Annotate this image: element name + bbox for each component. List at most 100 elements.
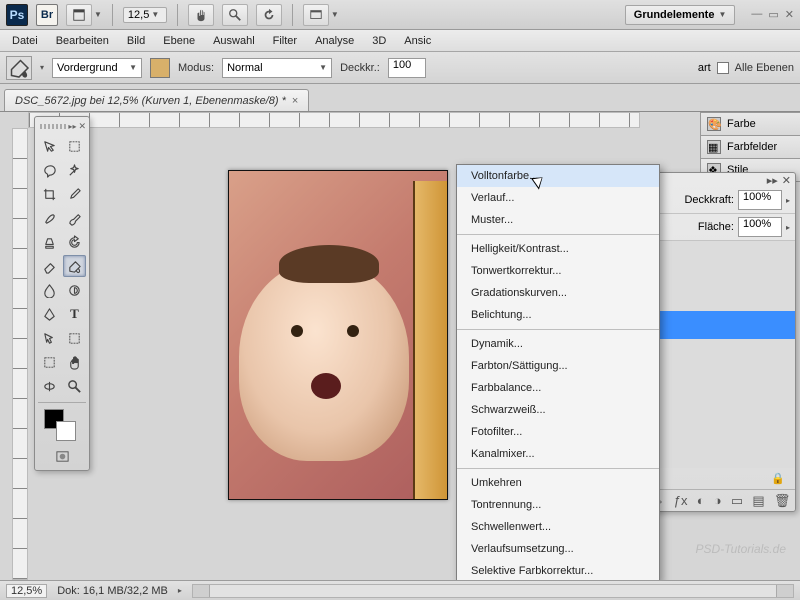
3d-rotate-tool[interactable]	[38, 375, 61, 397]
rotate-view-shortcut[interactable]	[256, 4, 282, 26]
menu-bearbeiten[interactable]: Bearbeiten	[48, 33, 117, 49]
menu-datei[interactable]: Datei	[4, 33, 46, 49]
layer-fill-field[interactable]: 100%	[738, 217, 782, 237]
panel-tab-farbe[interactable]: 🎨Farbe	[700, 112, 800, 136]
hand-tool-shortcut[interactable]	[188, 4, 214, 26]
layer-opacity-field[interactable]: 100%	[738, 190, 782, 210]
blur-tool[interactable]	[38, 279, 61, 301]
lock-icon[interactable]: 🔒	[771, 472, 785, 485]
menu-item[interactable]: Schwellenwert...	[457, 516, 659, 538]
history-brush-tool[interactable]	[63, 231, 86, 253]
path-select-tool[interactable]	[38, 327, 61, 349]
panel-close-icon[interactable]: ✕	[782, 174, 791, 187]
lasso-tool[interactable]	[38, 159, 61, 181]
brush-tool[interactable]	[63, 207, 86, 229]
eyedropper-tool[interactable]	[63, 183, 86, 205]
status-zoom-field[interactable]: 12,5%	[6, 584, 47, 598]
menu-item[interactable]: Volltonfarbe...	[457, 165, 659, 187]
screen-mode-menu[interactable]: ▼	[303, 4, 339, 26]
panel-collapse-icon[interactable]: ▸▸	[767, 174, 778, 187]
layer-row-selected[interactable]	[647, 311, 795, 339]
eraser-tool[interactable]	[38, 255, 61, 277]
menu-analyse[interactable]: Analyse	[307, 33, 362, 49]
menu-item[interactable]: Verlaufsumsetzung...	[457, 538, 659, 560]
close-icon[interactable]: ×	[292, 95, 298, 107]
adjustment-layer-icon[interactable]: ◑	[714, 493, 722, 508]
options-bar-trailing-label: art	[698, 62, 711, 74]
blend-mode-select[interactable]: Normal ▼	[222, 58, 332, 78]
window-minimize-icon[interactable]: —	[751, 8, 762, 21]
type-tool[interactable]: T	[63, 303, 86, 325]
horizontal-scrollbar[interactable]	[192, 584, 794, 598]
shape-tool[interactable]	[63, 327, 86, 349]
fill-popup-icon[interactable]: ▸	[786, 223, 790, 232]
layers-list[interactable]	[647, 241, 795, 468]
notes-tool[interactable]	[38, 351, 61, 373]
menu-item[interactable]: Kanalmixer...	[457, 443, 659, 465]
zoom-tool[interactable]	[63, 375, 86, 397]
fill-color-swatch[interactable]	[150, 58, 170, 78]
menu-item[interactable]: Umkehren	[457, 472, 659, 494]
menu-item[interactable]: Farbton/Sättigung...	[457, 355, 659, 377]
blend-mode-label: Modus:	[178, 62, 214, 74]
menu-ebene[interactable]: Ebene	[155, 33, 203, 49]
menu-3d[interactable]: 3D	[364, 33, 394, 49]
menu-item[interactable]: Gradationskurven...	[457, 282, 659, 304]
menu-item[interactable]: Verlauf...	[457, 187, 659, 209]
ruler-vertical[interactable]	[12, 128, 28, 580]
workspace-switcher[interactable]: Grundelemente ▼	[625, 5, 736, 25]
menu-item[interactable]: Muster...	[457, 209, 659, 231]
menu-item[interactable]: Tonwertkorrektur...	[457, 260, 659, 282]
panel-tab-icon: ▦	[707, 140, 721, 154]
tool-preset-menu[interactable]: ▾	[40, 63, 44, 72]
app-logo-bridge[interactable]: Br	[36, 4, 58, 26]
move-tool[interactable]	[38, 135, 61, 157]
opacity-field[interactable]: 100	[388, 58, 426, 78]
menu-item[interactable]: Farbbalance...	[457, 377, 659, 399]
opacity-popup-icon[interactable]: ▸	[786, 196, 790, 205]
doc-arrange-menu[interactable]: ▼	[66, 4, 102, 26]
menu-item[interactable]: Belichtung...	[457, 304, 659, 326]
panel-tab-farbfelder[interactable]: ▦Farbfelder	[700, 135, 800, 159]
menu-item[interactable]: Schwarzweiß...	[457, 399, 659, 421]
quick-mask-toggle[interactable]	[38, 445, 86, 467]
app-logo-photoshop[interactable]: Ps	[6, 4, 28, 26]
dodge-tool[interactable]	[63, 279, 86, 301]
pen-tool[interactable]	[38, 303, 61, 325]
document-canvas[interactable]	[228, 170, 448, 500]
hand-tool[interactable]	[63, 351, 86, 373]
document-tab[interactable]: DSC_5672.jpg bei 12,5% (Kurven 1, Ebenen…	[4, 89, 309, 111]
group-icon[interactable]: ▭	[731, 493, 743, 509]
window-close-icon[interactable]: ✕	[785, 8, 794, 21]
layer-mask-icon[interactable]: ◐	[697, 493, 705, 508]
background-color-swatch[interactable]	[56, 421, 76, 441]
clone-stamp-tool[interactable]	[38, 231, 61, 253]
menu-ansic[interactable]: Ansic	[396, 33, 439, 49]
menu-item[interactable]: Selektive Farbkorrektur...	[457, 560, 659, 582]
menu-bild[interactable]: Bild	[119, 33, 153, 49]
menu-item[interactable]: Tontrennung...	[457, 494, 659, 516]
zoom-tool-shortcut[interactable]	[222, 4, 248, 26]
active-tool-icon[interactable]	[6, 56, 32, 80]
menu-item[interactable]: Fotofilter...	[457, 421, 659, 443]
menu-item[interactable]: Dynamik...	[457, 333, 659, 355]
all-layers-checkbox[interactable]	[717, 62, 729, 74]
crop-tool[interactable]	[38, 183, 61, 205]
panel-collapse-icon[interactable]: ▸▸	[68, 122, 76, 131]
fill-source-select[interactable]: Vordergrund ▼	[52, 58, 142, 78]
paint-bucket-tool[interactable]	[63, 255, 86, 277]
menu-filter[interactable]: Filter	[265, 33, 305, 49]
healing-brush-tool[interactable]	[38, 207, 61, 229]
magic-wand-tool[interactable]	[63, 159, 86, 181]
status-menu-icon[interactable]: ▸	[178, 586, 182, 595]
new-layer-icon[interactable]: ▤	[752, 493, 764, 509]
zoom-level-field[interactable]: 12,5 ▼	[123, 7, 167, 23]
panel-close-icon[interactable]: ✕	[78, 121, 86, 132]
marquee-tool[interactable]	[63, 135, 86, 157]
menu-auswahl[interactable]: Auswahl	[205, 33, 263, 49]
layer-style-icon[interactable]: ƒx	[674, 493, 688, 508]
fg-bg-color[interactable]	[38, 407, 86, 443]
window-restore-icon[interactable]: ▭	[768, 8, 778, 21]
delete-layer-icon[interactable]: 🗑	[774, 493, 791, 509]
menu-item[interactable]: Helligkeit/Kontrast...	[457, 238, 659, 260]
